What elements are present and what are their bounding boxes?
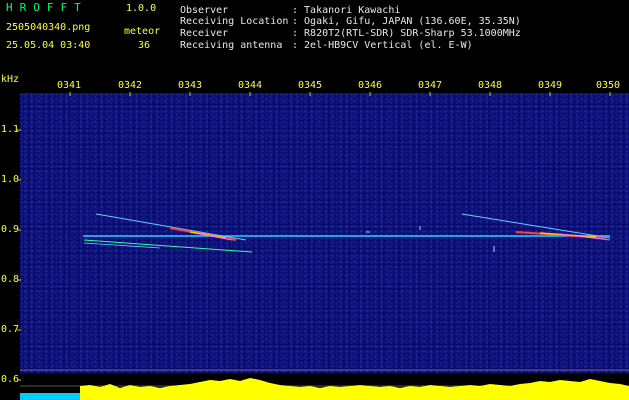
noise-blips xyxy=(366,226,495,252)
spectrogram-overlay xyxy=(17,92,629,400)
power-baseline xyxy=(20,393,80,400)
time-tick-marks xyxy=(69,92,611,96)
power-spectrum-strip xyxy=(80,378,629,400)
frequency-tick-marks xyxy=(17,129,21,381)
meteor-echo xyxy=(83,213,253,253)
